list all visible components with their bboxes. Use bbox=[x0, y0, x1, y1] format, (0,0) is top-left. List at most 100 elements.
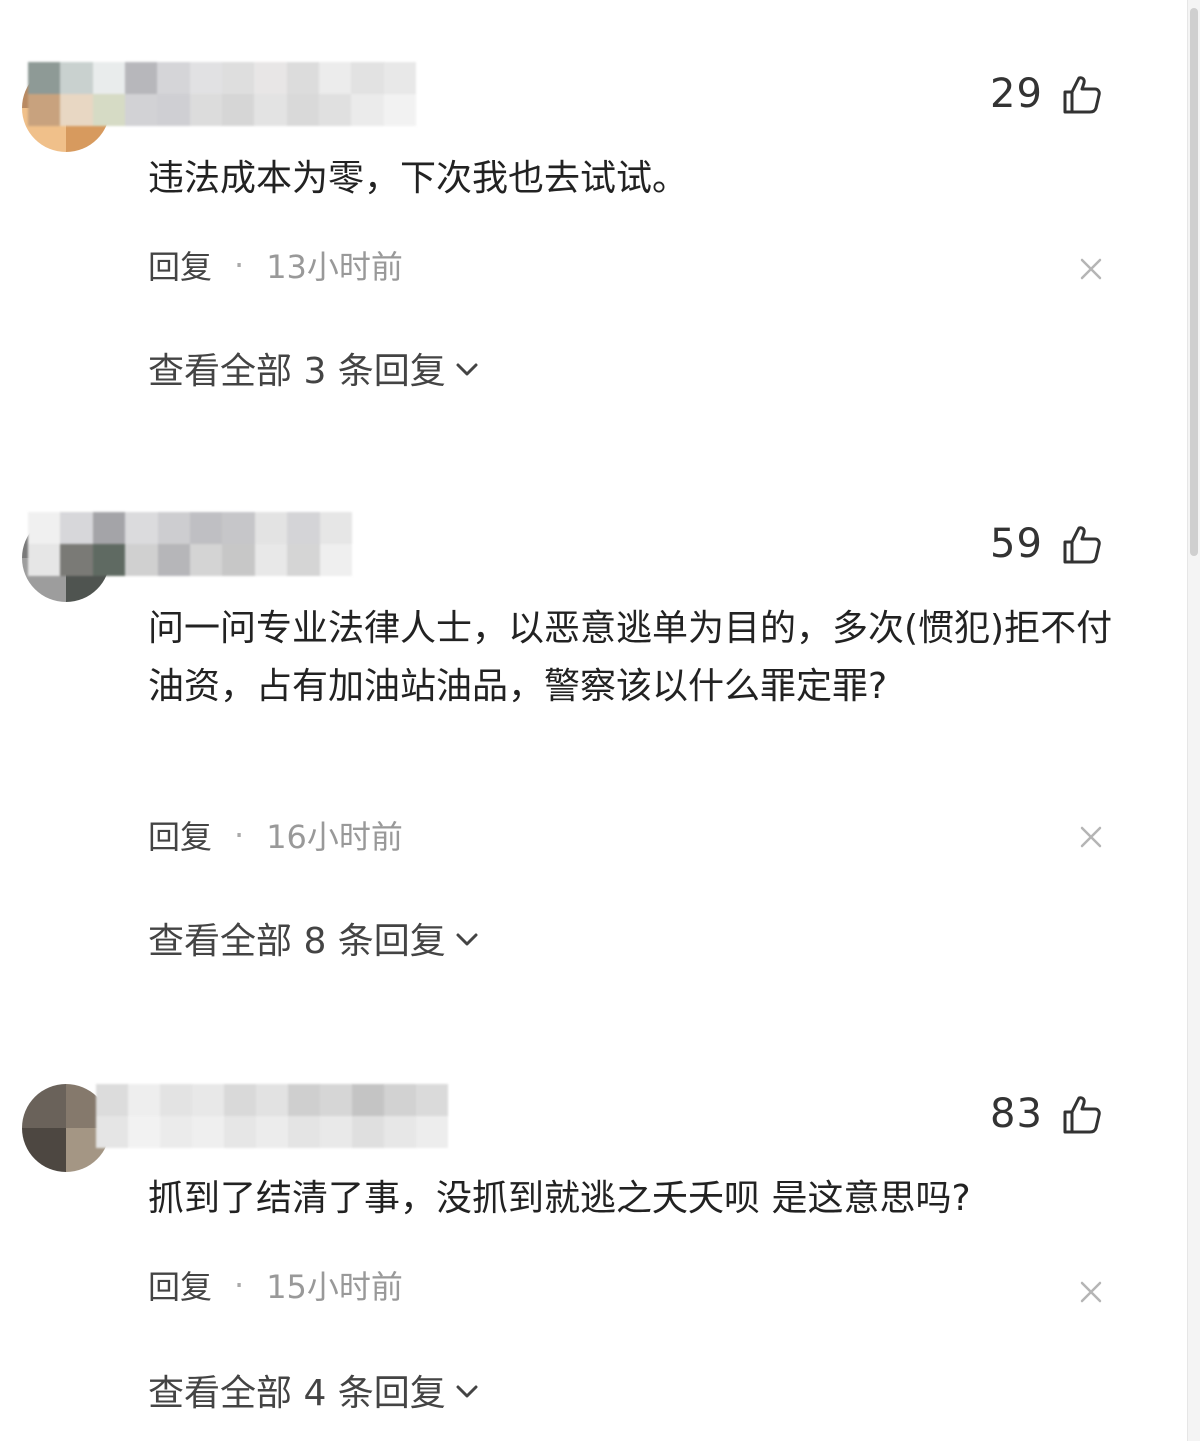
username-mosaic-cell bbox=[287, 512, 320, 544]
username-mosaic-cell bbox=[222, 544, 255, 576]
username-mosaic-cell bbox=[124, 94, 158, 126]
username-mosaic-cell bbox=[96, 1084, 128, 1116]
chevron-down-icon bbox=[456, 1385, 478, 1398]
reply-button[interactable]: 回复 bbox=[148, 1262, 212, 1308]
like-count: 59 bbox=[990, 521, 1043, 567]
username-mosaic-cell bbox=[319, 512, 352, 544]
username-mosaic-cell bbox=[320, 1084, 352, 1116]
username-mosaic-cell bbox=[351, 94, 384, 126]
username-mosaic-cell bbox=[60, 544, 93, 576]
view-all-replies-button[interactable]: 查看全部 4 条回复 bbox=[148, 1362, 482, 1418]
username-mosaic-cell bbox=[351, 62, 384, 94]
username-mosaic-cell bbox=[128, 1116, 160, 1148]
thumbs-up-icon[interactable] bbox=[1059, 522, 1103, 566]
username-mosaic-cell bbox=[189, 94, 222, 126]
username-mosaic-cell bbox=[352, 1084, 384, 1116]
username-mosaic-cell bbox=[318, 62, 352, 94]
view-all-replies-label: 查看全部 3 条回复 bbox=[148, 351, 446, 392]
username-mosaic-cell bbox=[160, 1116, 192, 1148]
username-mosaic-cell bbox=[192, 1116, 224, 1148]
username-mosaic-cell bbox=[319, 544, 352, 576]
comment-list: 29 违法成本为零，下次我也去试试。 回复 · 13小时前 查看全部 3 条回复… bbox=[0, 0, 1200, 1441]
scrollbar-thumb[interactable] bbox=[1190, 8, 1198, 556]
chevron-down-icon bbox=[456, 933, 478, 946]
username-mosaic-cell bbox=[28, 62, 61, 94]
username-mosaic-cell bbox=[288, 1116, 320, 1148]
comment-timestamp: 13小时前 bbox=[266, 248, 403, 286]
comment-meta: 回复 · 16小时前 bbox=[148, 810, 403, 860]
username-mosaic-cell bbox=[254, 512, 288, 544]
chevron-down-icon bbox=[456, 363, 478, 376]
username-mosaic-cell bbox=[256, 1116, 288, 1148]
username-mosaic-cell bbox=[157, 544, 190, 576]
username-mosaic-cell bbox=[222, 512, 255, 544]
close-icon[interactable] bbox=[1074, 252, 1108, 286]
username-pixelated[interactable] bbox=[28, 512, 352, 576]
username-mosaic-cell bbox=[92, 62, 125, 94]
username-mosaic-cell bbox=[92, 512, 126, 544]
username-mosaic-cell bbox=[287, 544, 320, 576]
username-mosaic-cell bbox=[96, 1116, 128, 1148]
username-mosaic-cell bbox=[157, 512, 190, 544]
comment-text: 抓到了结清了事，没抓到就逃之夭夭呗 是这意思吗? bbox=[148, 1178, 971, 1219]
comment-timestamp: 16小时前 bbox=[266, 818, 403, 856]
username-mosaic-cell bbox=[160, 1084, 192, 1116]
comment-timestamp: 15小时前 bbox=[266, 1268, 403, 1306]
username-mosaic-cell bbox=[60, 62, 93, 94]
username-mosaic-cell bbox=[128, 1084, 160, 1116]
username-mosaic-cell bbox=[416, 1084, 448, 1116]
like-control[interactable]: 83 bbox=[990, 1090, 1103, 1138]
username-mosaic-cell bbox=[352, 1116, 384, 1148]
username-mosaic-cell bbox=[28, 94, 61, 126]
close-icon[interactable] bbox=[1074, 1275, 1108, 1309]
username-mosaic-cell bbox=[189, 62, 222, 94]
reply-button[interactable]: 回复 bbox=[148, 242, 212, 288]
username-mosaic-cell bbox=[221, 94, 255, 126]
username-mosaic-cell bbox=[383, 94, 416, 126]
username-mosaic-cell bbox=[383, 62, 416, 94]
username-mosaic-cell bbox=[124, 62, 158, 94]
username-mosaic-cell bbox=[92, 94, 125, 126]
username-mosaic-cell bbox=[28, 512, 61, 544]
thumbs-up-icon[interactable] bbox=[1059, 1092, 1103, 1136]
username-mosaic-cell bbox=[190, 544, 223, 576]
username-mosaic-cell bbox=[224, 1116, 256, 1148]
meta-separator: · bbox=[234, 246, 245, 284]
username-pixelated[interactable] bbox=[96, 1084, 448, 1148]
close-icon[interactable] bbox=[1074, 820, 1108, 854]
username-mosaic-cell bbox=[286, 62, 319, 94]
comment-text: 违法成本为零，下次我也去试试。 bbox=[148, 158, 689, 199]
username-pixelated[interactable] bbox=[28, 62, 416, 126]
reply-button[interactable]: 回复 bbox=[148, 812, 212, 858]
username-mosaic-cell bbox=[125, 512, 158, 544]
username-mosaic-cell bbox=[384, 1084, 416, 1116]
username-mosaic-cell bbox=[288, 1084, 320, 1116]
username-mosaic-cell bbox=[384, 1116, 416, 1148]
like-count: 83 bbox=[990, 1091, 1043, 1137]
username-mosaic-cell bbox=[60, 512, 93, 544]
comment-meta: 回复 · 13小时前 bbox=[148, 240, 403, 290]
like-control[interactable]: 59 bbox=[990, 520, 1103, 568]
username-mosaic-cell bbox=[157, 62, 190, 94]
view-all-replies-label: 查看全部 4 条回复 bbox=[148, 1373, 446, 1414]
like-count: 29 bbox=[990, 71, 1043, 117]
view-all-replies-button[interactable]: 查看全部 8 条回复 bbox=[148, 910, 482, 966]
vertical-scrollbar[interactable] bbox=[1187, 0, 1200, 1441]
username-mosaic-cell bbox=[416, 1116, 448, 1148]
view-all-replies-button[interactable]: 查看全部 3 条回复 bbox=[148, 340, 482, 396]
username-mosaic-cell bbox=[157, 94, 190, 126]
username-mosaic-cell bbox=[125, 544, 158, 576]
username-mosaic-cell bbox=[221, 62, 255, 94]
like-control[interactable]: 29 bbox=[990, 70, 1103, 118]
meta-separator: · bbox=[234, 816, 245, 854]
username-mosaic-cell bbox=[320, 1116, 352, 1148]
thumbs-up-icon[interactable] bbox=[1059, 72, 1103, 116]
username-mosaic-cell bbox=[254, 62, 287, 94]
username-mosaic-cell bbox=[190, 512, 223, 544]
username-mosaic-cell bbox=[60, 94, 93, 126]
username-mosaic-cell bbox=[318, 94, 352, 126]
username-mosaic-cell bbox=[254, 544, 288, 576]
view-all-replies-label: 查看全部 8 条回复 bbox=[148, 921, 446, 962]
username-mosaic-cell bbox=[254, 94, 287, 126]
meta-separator: · bbox=[234, 1266, 245, 1304]
